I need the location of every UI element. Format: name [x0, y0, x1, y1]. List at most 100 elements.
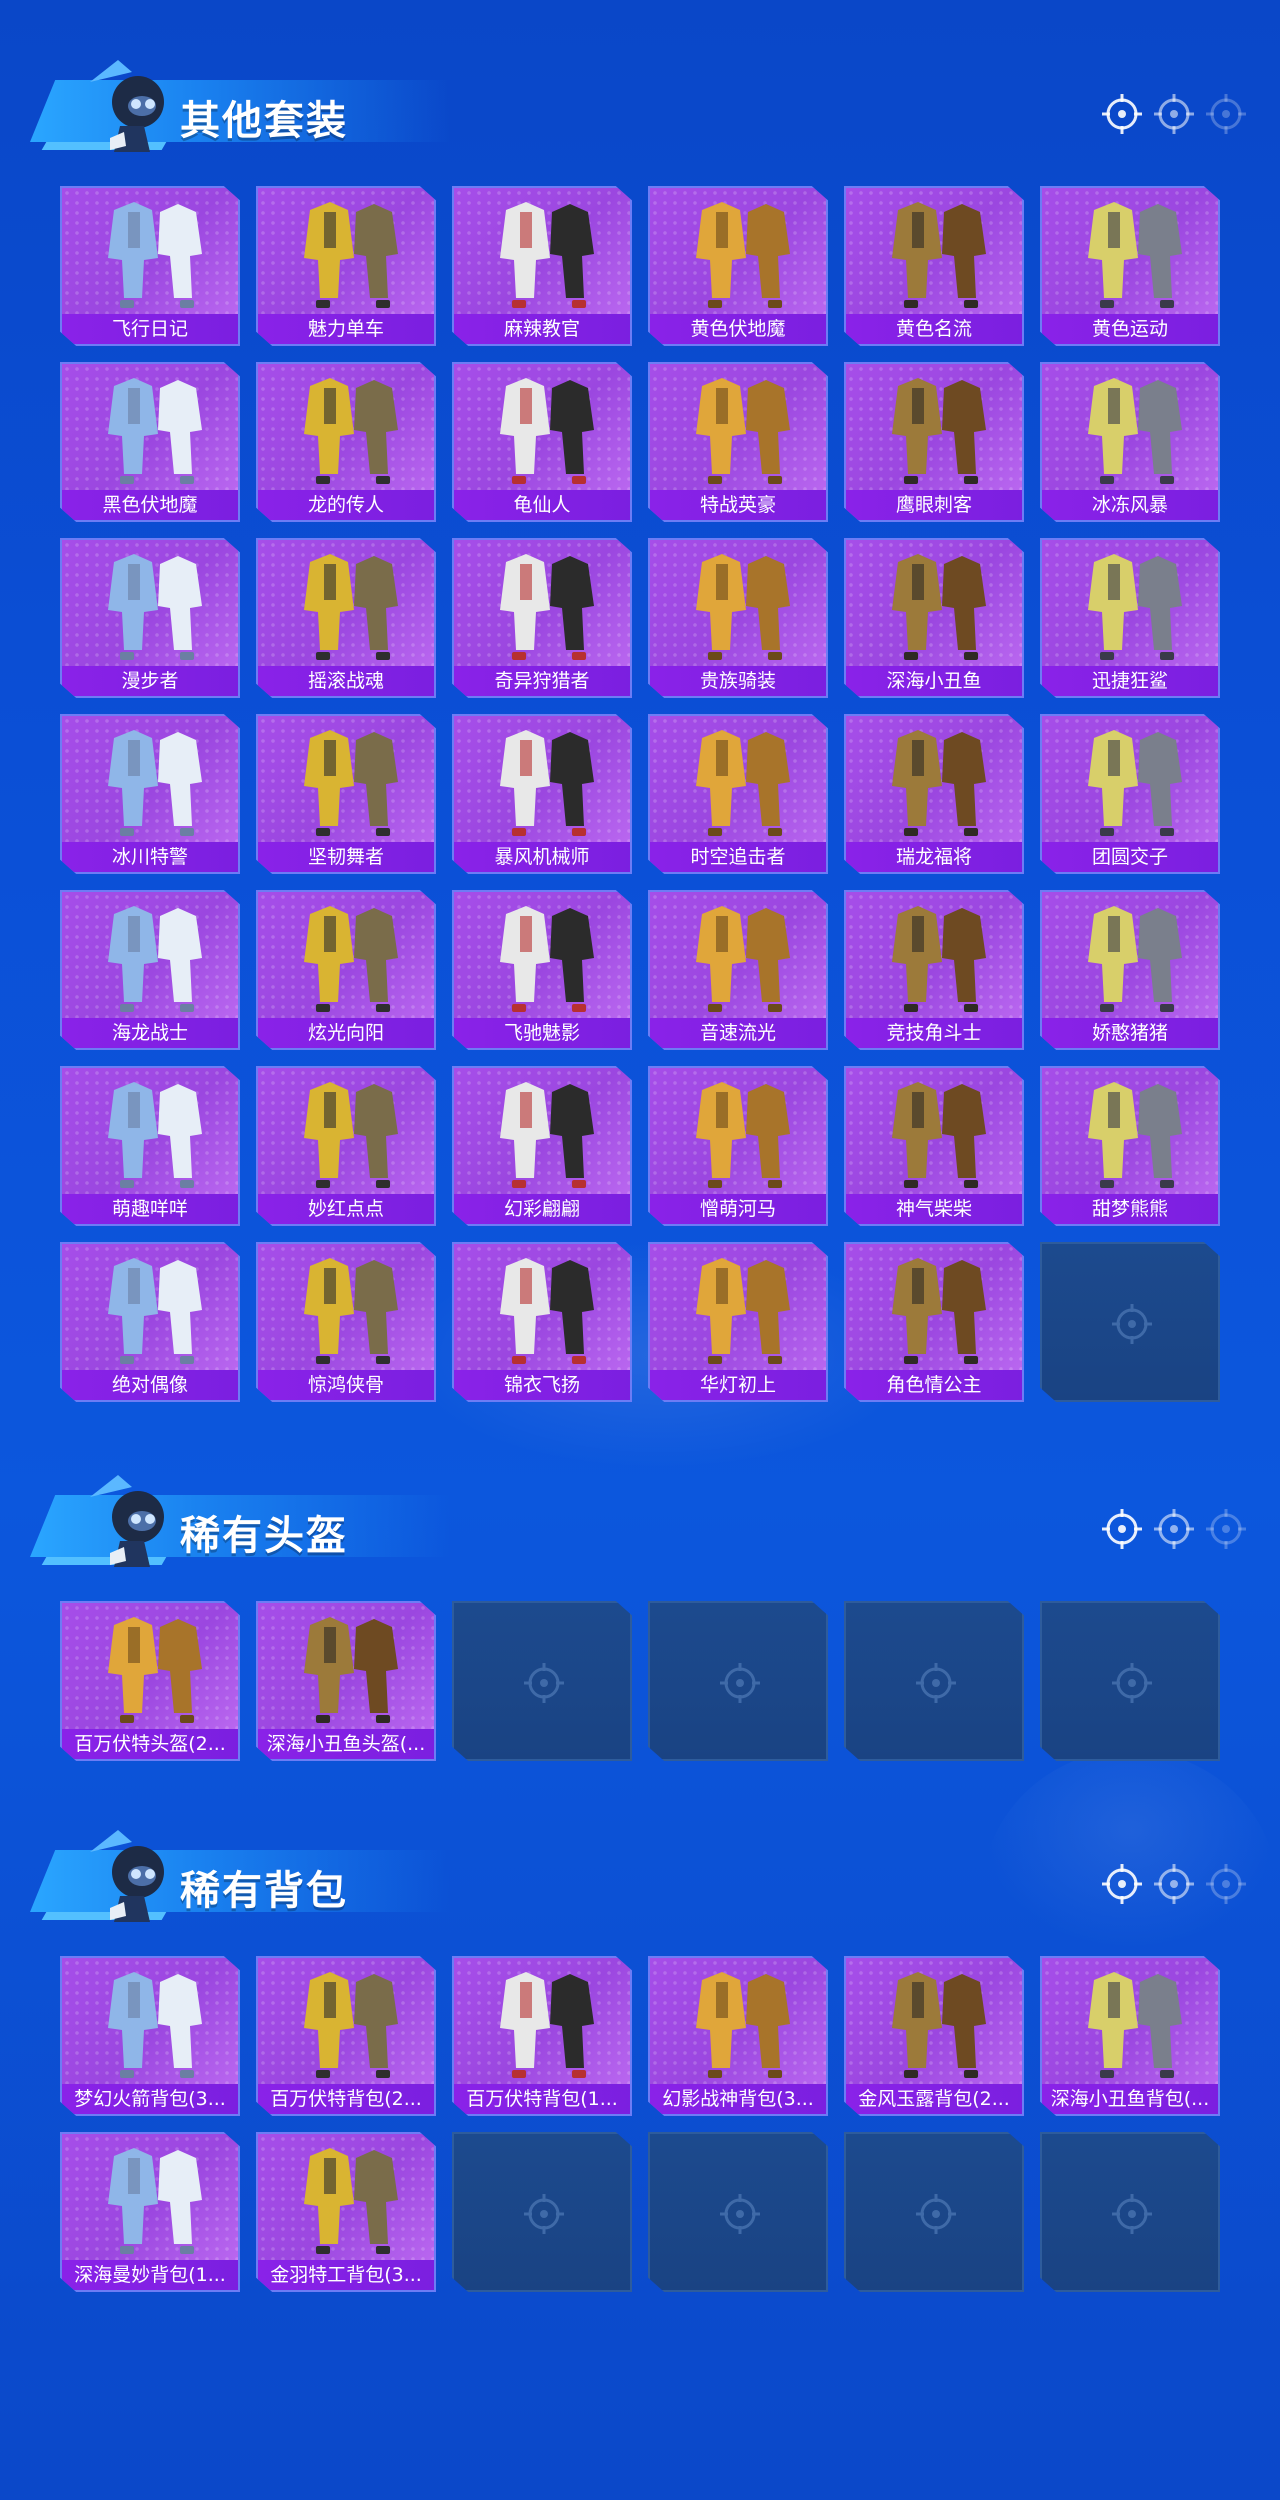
item-card[interactable]: 百万伏特背包(2... [256, 1956, 436, 2116]
item-image [696, 1258, 790, 1364]
item-card[interactable]: 深海小丑鱼头盔(... [256, 1601, 436, 1761]
item-card[interactable]: 黄色名流 [844, 186, 1024, 346]
crosshair-icon [1112, 1663, 1152, 1703]
item-card[interactable]: 甜梦熊熊 [1040, 1066, 1220, 1226]
item-image [500, 378, 594, 484]
item-image [108, 202, 202, 308]
item-image [1088, 202, 1182, 308]
item-label: 魅力单车 [258, 314, 434, 344]
item-label: 深海小丑鱼 [846, 666, 1022, 696]
item-label: 绝对偶像 [62, 1370, 238, 1400]
item-label: 梦幻火箭背包(3... [62, 2084, 238, 2114]
item-card[interactable]: 摇滚战魂 [256, 538, 436, 698]
item-card[interactable]: 黄色运动 [1040, 186, 1220, 346]
item-card[interactable]: 黑色伏地魔 [60, 362, 240, 522]
mascot-icon [90, 1475, 164, 1567]
crosshair-icon [720, 1663, 760, 1703]
item-card[interactable]: 百万伏特头盔(2... [60, 1601, 240, 1761]
item-label: 团圆交子 [1042, 842, 1218, 872]
crosshair-icon [524, 2194, 564, 2234]
item-image [500, 554, 594, 660]
item-image [1088, 730, 1182, 836]
item-image [108, 2148, 202, 2254]
header-targets [1100, 92, 1250, 142]
item-card[interactable]: 坚韧舞者 [256, 714, 436, 874]
item-card[interactable]: 金风玉露背包(2... [844, 1956, 1024, 2116]
item-card[interactable]: 魅力单车 [256, 186, 436, 346]
item-image [500, 1082, 594, 1188]
item-card[interactable]: 龟仙人 [452, 362, 632, 522]
item-card[interactable]: 炫光向阳 [256, 890, 436, 1050]
item-card[interactable]: 百万伏特背包(1... [452, 1956, 632, 2116]
item-card[interactable]: 幻彩翩翩 [452, 1066, 632, 1226]
item-card[interactable]: 神气柴柴 [844, 1066, 1024, 1226]
item-card[interactable]: 憎萌河马 [648, 1066, 828, 1226]
item-label: 幻彩翩翩 [454, 1194, 630, 1224]
item-image [696, 1972, 790, 2078]
crosshair-icon [916, 2194, 956, 2234]
item-label: 海龙战士 [62, 1018, 238, 1048]
item-image [500, 730, 594, 836]
item-card[interactable]: 音速流光 [648, 890, 828, 1050]
empty-slot [452, 2132, 632, 2292]
item-card[interactable]: 暴风机械师 [452, 714, 632, 874]
item-card[interactable]: 飞行日记 [60, 186, 240, 346]
item-card[interactable]: 锦衣飞扬 [452, 1242, 632, 1402]
section-header: 其他套装 [30, 50, 1250, 160]
item-image [304, 1082, 398, 1188]
item-label: 飞驰魅影 [454, 1018, 630, 1048]
item-label: 憎萌河马 [650, 1194, 826, 1224]
empty-slot [1040, 1242, 1220, 1402]
item-card[interactable]: 深海小丑鱼背包(... [1040, 1956, 1220, 2116]
crosshair-icon [1154, 94, 1194, 134]
item-card[interactable]: 绝对偶像 [60, 1242, 240, 1402]
header-targets [1100, 1507, 1250, 1557]
item-card[interactable]: 角色情公主 [844, 1242, 1024, 1402]
item-label: 萌趣咩咩 [62, 1194, 238, 1224]
item-image [892, 202, 986, 308]
item-card[interactable]: 娇憨猪猪 [1040, 890, 1220, 1050]
item-card[interactable]: 贵族骑装 [648, 538, 828, 698]
item-card[interactable]: 漫步者 [60, 538, 240, 698]
item-image [304, 2148, 398, 2254]
item-card[interactable]: 梦幻火箭背包(3... [60, 1956, 240, 2116]
item-label: 神气柴柴 [846, 1194, 1022, 1224]
item-card[interactable]: 时空追击者 [648, 714, 828, 874]
item-label: 甜梦熊熊 [1042, 1194, 1218, 1224]
item-card[interactable]: 幻影战神背包(3... [648, 1956, 828, 2116]
crosshair-icon [1102, 1864, 1142, 1904]
item-label: 黄色运动 [1042, 314, 1218, 344]
item-image [108, 730, 202, 836]
item-card[interactable]: 鹰眼刺客 [844, 362, 1024, 522]
item-image [696, 378, 790, 484]
item-image [1088, 1972, 1182, 2078]
item-card[interactable]: 麻辣教官 [452, 186, 632, 346]
item-card[interactable]: 奇异狩猎者 [452, 538, 632, 698]
item-label: 金风玉露背包(2... [846, 2084, 1022, 2114]
item-card[interactable]: 龙的传人 [256, 362, 436, 522]
item-image [108, 554, 202, 660]
item-card[interactable]: 冰川特警 [60, 714, 240, 874]
item-card[interactable]: 团圆交子 [1040, 714, 1220, 874]
item-card[interactable]: 特战英豪 [648, 362, 828, 522]
item-image [892, 1258, 986, 1364]
item-card[interactable]: 惊鸿侠骨 [256, 1242, 436, 1402]
item-card[interactable]: 深海小丑鱼 [844, 538, 1024, 698]
item-card[interactable]: 迅捷狂鲨 [1040, 538, 1220, 698]
item-label: 瑞龙福将 [846, 842, 1022, 872]
item-card[interactable]: 飞驰魅影 [452, 890, 632, 1050]
item-image [892, 1972, 986, 2078]
item-card[interactable]: 竞技角斗士 [844, 890, 1024, 1050]
item-card[interactable]: 海龙战士 [60, 890, 240, 1050]
item-card[interactable]: 瑞龙福将 [844, 714, 1024, 874]
item-card[interactable]: 金羽特工背包(3... [256, 2132, 436, 2292]
item-card[interactable]: 冰冻风暴 [1040, 362, 1220, 522]
item-card[interactable]: 黄色伏地魔 [648, 186, 828, 346]
item-card[interactable]: 深海曼妙背包(1... [60, 2132, 240, 2292]
item-label: 黑色伏地魔 [62, 490, 238, 520]
item-card[interactable]: 华灯初上 [648, 1242, 828, 1402]
item-image [696, 554, 790, 660]
item-card[interactable]: 萌趣咩咩 [60, 1066, 240, 1226]
item-label: 金羽特工背包(3... [258, 2260, 434, 2290]
item-card[interactable]: 妙红点点 [256, 1066, 436, 1226]
